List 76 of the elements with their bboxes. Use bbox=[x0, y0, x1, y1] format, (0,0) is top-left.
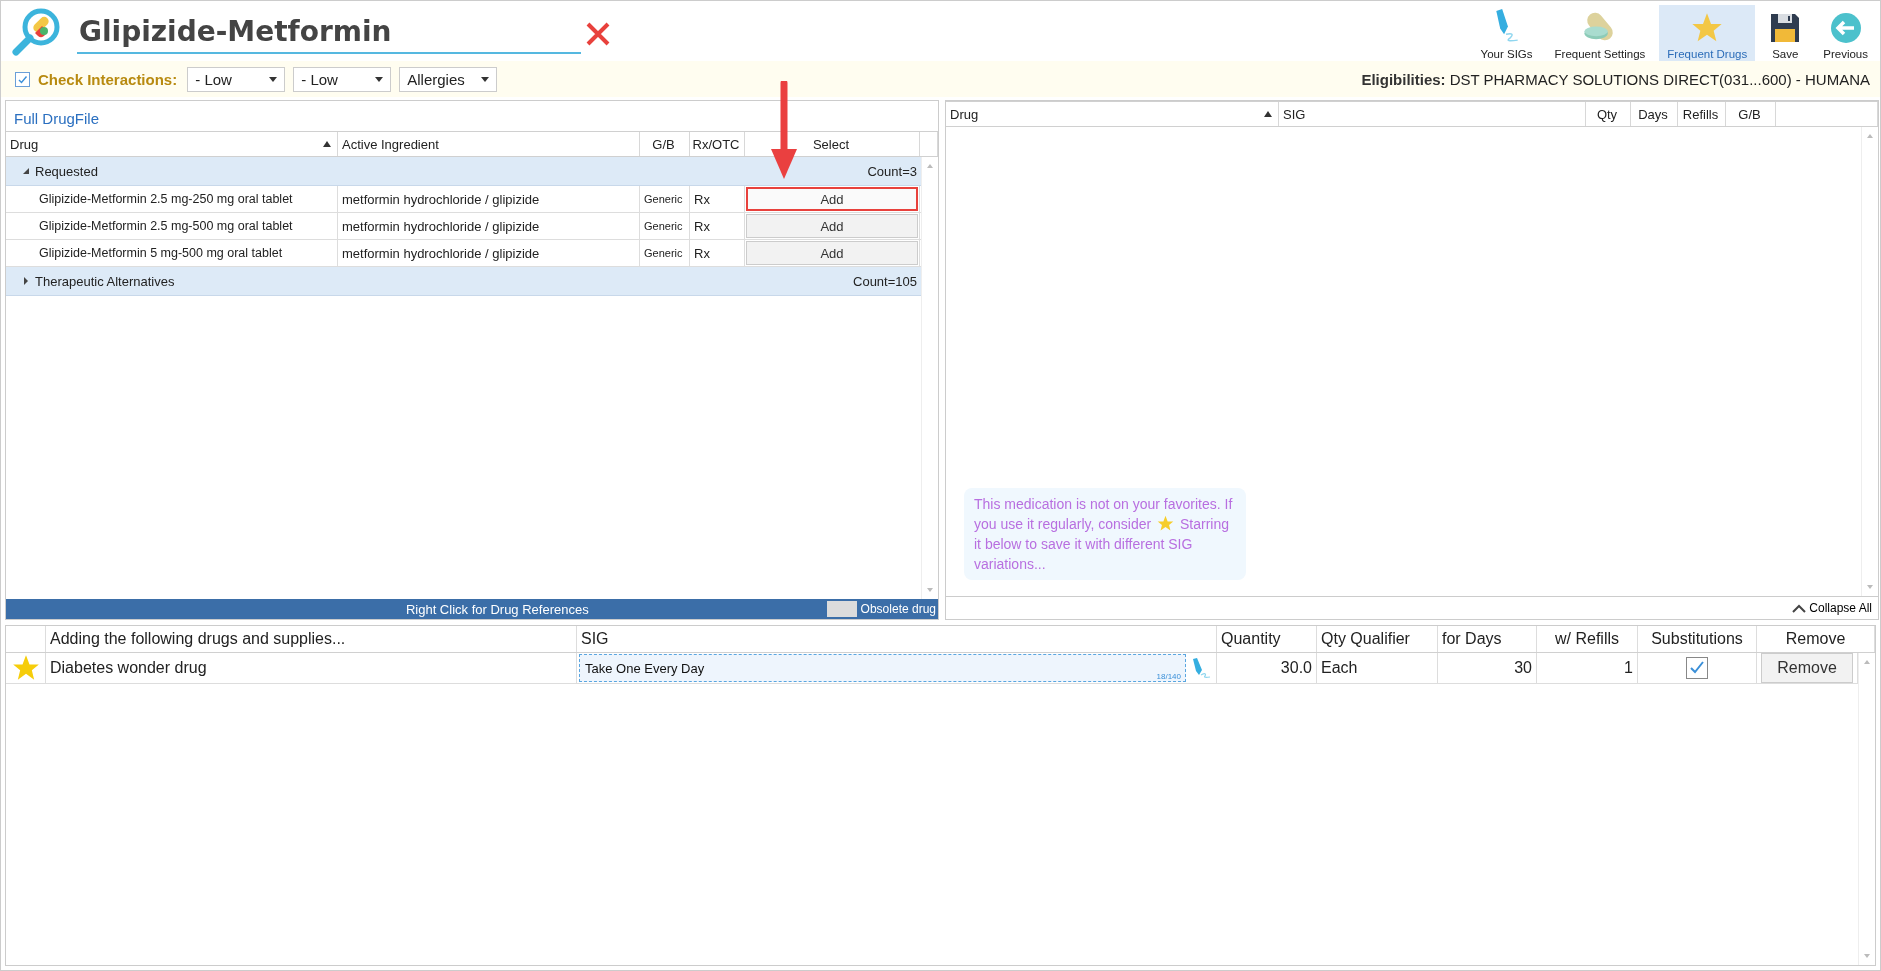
toolbar-button[interactable]: Frequent Drugs bbox=[1659, 5, 1756, 63]
remove-button[interactable]: Remove bbox=[1761, 653, 1853, 683]
check-interactions-label: Check Interactions: bbox=[38, 70, 178, 88]
legend-label: Obsolete drug bbox=[860, 602, 936, 616]
table-cell: Glipizide-Metformin 2.5 mg-250 mg oral tablet bbox=[6, 186, 338, 212]
collapse-all-button[interactable]: Collapse All bbox=[1786, 601, 1878, 615]
column-header[interactable]: Days bbox=[1631, 102, 1678, 126]
dropdown[interactable]: - Low bbox=[293, 66, 392, 92]
caret-up-icon bbox=[1792, 603, 1807, 613]
column-header[interactable]: Drug bbox=[946, 102, 1279, 126]
search-field[interactable]: Glipizide-Metformin bbox=[77, 13, 581, 54]
table-cell: Each bbox=[1317, 653, 1438, 683]
column-header[interactable]: Drug bbox=[6, 132, 338, 156]
sig-field[interactable]: Take One Every Day 18/140 bbox=[579, 654, 1186, 682]
toolbar-button[interactable]: Your SIGs bbox=[1472, 5, 1541, 63]
caret-icon bbox=[22, 277, 30, 285]
column-header[interactable]: Rx/OTC bbox=[690, 132, 745, 156]
column-header: w/ Refills bbox=[1537, 626, 1638, 652]
table-cell: Glipizide-Metformin 2.5 mg-500 mg oral tablet bbox=[6, 213, 338, 239]
caret-icon bbox=[375, 76, 384, 82]
table-cell: metformin hydrochloride / glipizide bbox=[338, 186, 640, 212]
search-icon bbox=[11, 7, 61, 57]
star-icon bbox=[1157, 515, 1175, 532]
star-icon[interactable] bbox=[11, 654, 40, 682]
checkmark-icon bbox=[17, 73, 28, 85]
column-header[interactable]: SIG bbox=[1279, 102, 1586, 126]
legend-swatch bbox=[826, 601, 857, 617]
drug-references-hint: Right Click for Drug References bbox=[404, 601, 590, 617]
table-cell: metformin hydrochloride / glipizide bbox=[338, 240, 640, 266]
column-header: SIG bbox=[577, 626, 1217, 652]
star-icon bbox=[1691, 12, 1724, 44]
eligibilities-label: Eligibilities: bbox=[1361, 70, 1446, 88]
column-header: for Days bbox=[1438, 626, 1537, 652]
table-cell: 30.0 bbox=[1217, 653, 1317, 683]
character-counter: 18/140 bbox=[1156, 672, 1181, 681]
checkbox[interactable] bbox=[1686, 657, 1708, 679]
group-row[interactable]: Therapeutic Alternatives Count=105 bbox=[6, 267, 921, 296]
caret-icon bbox=[22, 167, 30, 175]
table-cell: 30 bbox=[1438, 653, 1537, 683]
column-header: Remove bbox=[1757, 626, 1875, 652]
table-cell: 1 bbox=[1537, 653, 1638, 683]
table-cell: Generic bbox=[640, 240, 690, 266]
column-header[interactable]: Refills bbox=[1678, 102, 1726, 126]
table-cell: Generic bbox=[640, 186, 690, 212]
table-cell: Rx bbox=[690, 213, 745, 239]
dropdown[interactable]: Allergies bbox=[399, 66, 498, 92]
dropdown[interactable]: - Low bbox=[187, 66, 286, 92]
add-button[interactable]: Add bbox=[746, 187, 918, 211]
pen-icon[interactable] bbox=[1190, 657, 1212, 679]
column-header: Qty Qualifier bbox=[1317, 626, 1438, 652]
table-cell: Generic bbox=[640, 213, 690, 239]
hint-text: This medication is not on your favorites. If you use it regularly, consider Starring it below to save it with different SIG variations... bbox=[974, 495, 1234, 574]
eligibilities-value: DST PHARMACY SOLUTIONS DIRECT(031...600) - HUMANA bbox=[1449, 70, 1870, 88]
column-header: Adding the following drugs and supplies... bbox=[46, 626, 577, 652]
caret-icon bbox=[269, 76, 278, 82]
table-cell: metformin hydrochloride / glipizide bbox=[338, 213, 640, 239]
checkbox[interactable] bbox=[15, 71, 30, 87]
column-header[interactable]: Active Ingredient bbox=[338, 132, 640, 156]
column-header[interactable]: Qty bbox=[1586, 102, 1631, 126]
sort-icon bbox=[323, 141, 331, 147]
table-cell: Diabetes wonder drug bbox=[46, 653, 577, 683]
column-header[interactable]: G/B bbox=[640, 132, 690, 156]
column-header[interactable]: G/B bbox=[1726, 102, 1776, 126]
group-row[interactable]: Requested Count=3 bbox=[6, 157, 921, 186]
save-icon bbox=[1769, 12, 1802, 44]
add-button[interactable]: Add bbox=[746, 241, 918, 265]
close-icon[interactable] bbox=[585, 21, 611, 47]
table-cell: Glipizide-Metformin 5 mg-500 mg oral tablet bbox=[6, 240, 338, 266]
full-drugfile-link[interactable]: Full DrugFile bbox=[14, 110, 100, 127]
table-cell: Rx bbox=[690, 240, 745, 266]
column-header: Quantity bbox=[1217, 626, 1317, 652]
table-cell: Rx bbox=[690, 186, 745, 212]
add-button[interactable]: Add bbox=[746, 214, 918, 238]
caret-icon bbox=[481, 76, 490, 82]
column-header: Substitutions bbox=[1638, 626, 1757, 652]
sort-icon bbox=[1264, 111, 1272, 117]
